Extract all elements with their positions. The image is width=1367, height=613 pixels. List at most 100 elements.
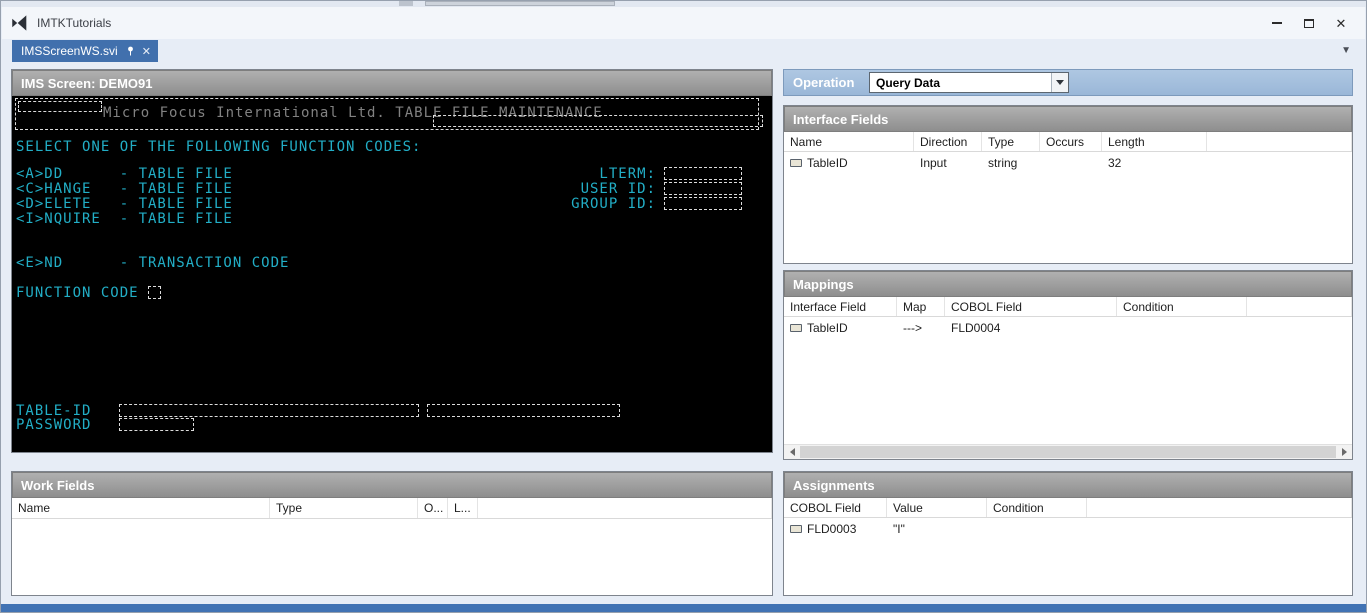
work-fields-column-headers: Name Type O... L... (12, 498, 772, 519)
table-row[interactable]: TableID ---> FLD0004 (784, 317, 1352, 338)
interface-fields-panel: Interface Fields Name Direction Type Occ… (783, 105, 1353, 264)
cell-cobol-field: FLD0004 (951, 320, 1001, 335)
tab-close-icon[interactable]: ✕ (142, 45, 151, 58)
lterm-field[interactable] (664, 167, 742, 180)
assignments-header: Assignments (784, 472, 1352, 498)
column-header-filler (1207, 132, 1352, 151)
background-fragment (425, 1, 615, 6)
column-header-name[interactable]: Name (784, 132, 914, 151)
mappings-header: Mappings (784, 271, 1352, 297)
mappings-body: TableID ---> FLD0004 (784, 317, 1352, 338)
password-label: PASSWORD (16, 417, 92, 433)
ims-screen-panel: IMS Screen: DEMO91 Micro Focus Internati… (11, 69, 773, 453)
operation-bar: Operation Query Data (783, 69, 1353, 96)
column-header-condition[interactable]: Condition (1117, 297, 1247, 316)
chevron-down-icon[interactable] (1051, 73, 1068, 92)
table-row[interactable]: TableID Input string 32 (784, 152, 1352, 173)
field-icon (790, 158, 802, 167)
cell-condition (1117, 326, 1247, 330)
column-header-name[interactable]: Name (12, 498, 270, 518)
table-id-field[interactable] (119, 404, 419, 417)
ims-screen-header: IMS Screen: DEMO91 (12, 70, 772, 96)
document-tab-bar: IMSScreenWS.svi ✕ ▼ (2, 39, 1365, 63)
scroll-left-arrow-icon[interactable] (784, 445, 800, 459)
cell-direction: Input (920, 155, 947, 170)
user-id-field[interactable] (664, 182, 742, 195)
table-id-field-2[interactable] (427, 404, 620, 417)
function-code-field[interactable] (148, 286, 161, 299)
visual-studio-logo-icon (10, 14, 28, 32)
option-delete: <D>ELETE - TABLE FILE (16, 196, 233, 212)
column-header-map[interactable]: Map (897, 297, 945, 316)
minimize-button[interactable] (1261, 12, 1293, 34)
function-code-label: FUNCTION CODE (16, 285, 139, 301)
column-header-value[interactable]: Value (887, 498, 987, 517)
option-end: <E>ND - TRANSACTION CODE (16, 255, 290, 271)
mappings-panel: Mappings Interface Field Map COBOL Field… (783, 270, 1353, 460)
close-button[interactable]: ✕ (1325, 12, 1357, 34)
option-inquire: <I>NQUIRE - TABLE FILE (16, 211, 233, 227)
mappings-column-headers: Interface Field Map COBOL Field Conditio… (784, 297, 1352, 317)
option-add: <A>DD - TABLE FILE (16, 166, 233, 182)
field-icon (790, 524, 802, 533)
option-change: <C>HANGE - TABLE FILE (16, 181, 233, 197)
column-header-interface-field[interactable]: Interface Field (784, 297, 897, 316)
operation-selected-value: Query Data (876, 75, 941, 90)
assignments-column-headers: COBOL Field Value Condition (784, 498, 1352, 518)
operation-select[interactable]: Query Data (869, 72, 1069, 93)
interface-fields-body: TableID Input string 32 (784, 152, 1352, 173)
main-area: IMS Screen: DEMO91 Micro Focus Internati… (1, 63, 1366, 604)
table-row[interactable]: FLD0003 "I" (784, 518, 1352, 539)
column-header-direction[interactable]: Direction (914, 132, 982, 151)
column-header-occurs[interactable]: Occurs (1040, 132, 1102, 151)
assignments-panel: Assignments COBOL Field Value Condition … (783, 471, 1353, 596)
column-header-length[interactable]: Length (1102, 132, 1207, 151)
app-window: IMTKTutorials ✕ IMSScreenWS.svi ✕ ▼ IMS … (0, 0, 1367, 613)
group-id-label: GROUP ID: (571, 196, 656, 212)
column-header-cobol-field[interactable]: COBOL Field (945, 297, 1117, 316)
chevron-down-icon[interactable]: ▼ (1341, 45, 1351, 56)
column-header-filler (1247, 297, 1352, 316)
scrollbar-thumb[interactable] (800, 446, 1336, 458)
work-fields-header: Work Fields (12, 472, 772, 498)
cell-type: string (988, 155, 1018, 170)
cell-occurs (1040, 161, 1102, 165)
banner-subfield[interactable] (433, 115, 763, 127)
select-codes-text: SELECT ONE OF THE FOLLOWING FUNCTION COD… (16, 139, 422, 155)
horizontal-scrollbar[interactable] (784, 444, 1352, 459)
ims-terminal-screen: Micro Focus International Ltd. TABLE FIL… (13, 96, 771, 451)
interface-fields-header: Interface Fields (784, 106, 1352, 132)
titlebar: IMTKTutorials ✕ (2, 7, 1365, 39)
user-id-label: USER ID: (580, 181, 656, 197)
column-header-condition[interactable]: Condition (987, 498, 1087, 517)
group-id-field[interactable] (664, 197, 742, 210)
cell-value: "I" (893, 521, 905, 536)
column-header-filler (478, 498, 772, 518)
column-header-length[interactable]: L... (448, 498, 478, 518)
column-header-occurs[interactable]: O... (418, 498, 448, 518)
pin-icon[interactable] (126, 46, 135, 56)
status-bar (1, 604, 1366, 612)
column-header-cobol-field[interactable]: COBOL Field (784, 498, 887, 517)
tab-imsscreenws[interactable]: IMSScreenWS.svi ✕ (12, 40, 158, 62)
background-fragment (399, 1, 413, 6)
work-fields-panel: Work Fields Name Type O... L... (11, 471, 773, 596)
interface-fields-column-headers: Name Direction Type Occurs Length (784, 132, 1352, 152)
cell-condition (987, 527, 1087, 531)
window-title: IMTKTutorials (37, 16, 112, 30)
field-icon (790, 323, 802, 332)
column-header-type[interactable]: Type (982, 132, 1040, 151)
right-pane: Operation Query Data Interface Fields Na… (783, 69, 1353, 596)
assignments-body: FLD0003 "I" (784, 518, 1352, 539)
tab-label: IMSScreenWS.svi (21, 44, 118, 58)
password-field[interactable] (119, 418, 194, 431)
banner-left-field[interactable] (18, 101, 102, 112)
cell-length: 32 (1108, 155, 1122, 170)
left-pane: IMS Screen: DEMO91 Micro Focus Internati… (11, 69, 773, 596)
column-header-type[interactable]: Type (270, 498, 418, 518)
column-header-filler (1087, 498, 1352, 517)
maximize-button[interactable] (1293, 12, 1325, 34)
cell-cobol-field: FLD0003 (807, 521, 857, 536)
cell-name: TableID (807, 155, 848, 170)
scroll-right-arrow-icon[interactable] (1336, 445, 1352, 459)
